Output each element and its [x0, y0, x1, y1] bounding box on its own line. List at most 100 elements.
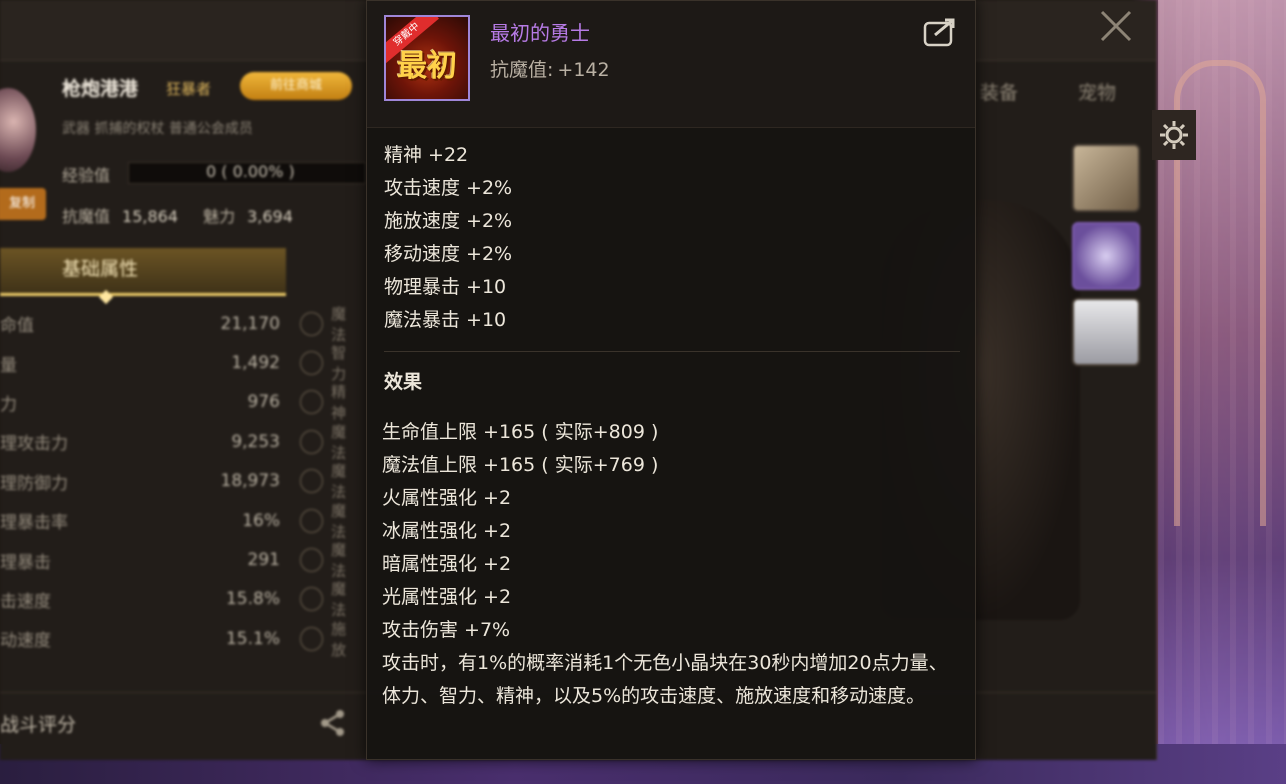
- item-stat-line: 精神 +22: [384, 144, 469, 166]
- stat-icon-row: 魔法: [300, 501, 360, 541]
- equipment-slot[interactable]: [1072, 298, 1140, 366]
- equipment-slot[interactable]: [1072, 144, 1140, 212]
- item-stat-line: 攻击速度 +2%: [384, 177, 513, 199]
- stat-row: 理防御力 18,973: [0, 462, 290, 501]
- stat-icon-label: 魔法: [331, 304, 347, 344]
- tab-pet[interactable]: 宠物: [1078, 78, 1116, 105]
- item-effect-line: 火属性强化 +2: [382, 487, 512, 509]
- stat-label: 动速度: [0, 631, 51, 652]
- resist-label: 抗魔值: [62, 207, 111, 226]
- item-stat-line: 物理暴击 +10: [384, 276, 507, 298]
- stat-icon-row: 魔法: [300, 540, 360, 581]
- stat-icon: [300, 351, 324, 376]
- exp-value: 0 ( 0.00% ): [206, 162, 295, 181]
- stat-label: 理暴击率: [0, 513, 68, 534]
- stat-value: 291: [247, 550, 280, 571]
- stat-icon: [300, 311, 324, 336]
- stat-label: 力: [0, 394, 17, 415]
- stat-row: 力 976: [0, 383, 290, 422]
- item-effect-description: 攻击时，有1%的概率消耗1个无色小晶块在30秒内增加20点力量、体力、智力、精神…: [382, 652, 948, 707]
- character-name: 枪炮港港: [62, 78, 139, 100]
- stat-label: 击速度: [0, 591, 51, 612]
- item-effect-line: 攻击伤害 +7%: [382, 619, 511, 641]
- stat-icon-label: 魔法: [331, 422, 347, 462]
- stat-icon: [300, 390, 324, 415]
- right-tabs: 装备 宠物: [980, 78, 1116, 105]
- tooltip-header: 穿戴中 最初 最初的勇士 抗魔值: +142: [367, 1, 975, 128]
- stat-value: 21,170: [220, 313, 280, 334]
- item-tooltip: 穿戴中 最初 最初的勇士 抗魔值: +142 精神 +22 攻击速度 +2% 施放…: [366, 0, 976, 760]
- stat-icons-column: 魔法 智力 精神 魔法 魔法 魔法 魔法 魔法 施放: [300, 304, 360, 659]
- gear-icon[interactable]: [1152, 110, 1196, 160]
- stat-value: 15.1%: [225, 628, 280, 649]
- stat-icon-row: 魔法: [300, 462, 360, 501]
- stat-icon-label: 魔法: [331, 580, 347, 620]
- stat-icon-label: 施放: [331, 619, 347, 659]
- character-job: 狂暴者: [166, 80, 212, 98]
- stat-icon-row: 智力: [300, 343, 360, 384]
- stat-label: 量: [0, 355, 17, 376]
- resist-summary: 抗魔值 15,864 魅力 3,694: [62, 203, 293, 227]
- copy-tag-button[interactable]: 复制: [0, 188, 46, 220]
- stat-icon: [300, 626, 324, 651]
- stat-value: 16%: [242, 510, 280, 531]
- item-resist-label: 抗魔值:: [490, 59, 554, 81]
- stat-row: 理暴击 291: [0, 540, 290, 579]
- item-effect-line: 魔法值上限 +165 ( 实际+769 ): [382, 454, 659, 476]
- stat-value: 976: [247, 392, 280, 413]
- item-resist-value: +142: [557, 59, 610, 81]
- item-stat-line: 魔法暴击 +10: [384, 309, 507, 331]
- export-icon[interactable]: [923, 17, 957, 47]
- item-icon: 穿戴中 最初: [384, 15, 470, 101]
- item-effect-line: 暗属性强化 +2: [382, 553, 512, 575]
- stat-row: 击速度 15.8%: [0, 580, 290, 619]
- stat-icon: [300, 429, 324, 454]
- combat-score-label: 战斗评分: [0, 714, 77, 736]
- stat-value: 1,492: [231, 353, 280, 374]
- item-stat-line: 移动速度 +2%: [384, 243, 513, 265]
- stat-icon-label: 智力: [331, 344, 347, 384]
- stat-icon: [300, 469, 324, 494]
- stat-icon-label: 魔法: [331, 501, 347, 541]
- stat-icon-row: 施放: [300, 619, 360, 659]
- tab-base-attributes[interactable]: 基础属性: [0, 248, 286, 296]
- stat-icon-label: 魔法: [331, 462, 347, 502]
- item-stat-line: 施放速度 +2%: [384, 210, 513, 232]
- effects-title: 效果: [384, 371, 423, 393]
- stat-label: 理暴击: [0, 552, 51, 573]
- stat-icon-row: 魔法: [300, 422, 360, 462]
- item-effect-line: 生命值上限 +165 ( 实际+809 ): [382, 421, 659, 443]
- stat-row: 理暴击率 16%: [0, 501, 290, 540]
- stat-icon-row: 魔法: [300, 580, 360, 619]
- stat-icon: [300, 548, 324, 573]
- stat-label: 理防御力: [0, 473, 68, 494]
- charm-label: 魅力: [203, 207, 236, 226]
- stat-value: 9,253: [231, 431, 280, 452]
- stats-list: 命值 21,170 量 1,492 力 976 理攻击力 9,253 理防御力 18,97…: [0, 304, 290, 659]
- close-icon[interactable]: [1098, 8, 1134, 44]
- stat-value: 18,973: [220, 471, 280, 492]
- avatar[interactable]: [0, 88, 36, 172]
- item-resist: 抗魔值: +142: [490, 55, 610, 82]
- stat-row: 动速度 15.1%: [0, 619, 290, 658]
- stat-icon-label: 魔法: [331, 541, 347, 581]
- item-effect-line: 光属性强化 +2: [382, 586, 512, 608]
- stat-icon-label: 精神: [331, 383, 347, 423]
- stat-label: 理攻击力: [0, 434, 68, 455]
- stat-icon: [300, 587, 324, 612]
- item-icon-text: 最初: [397, 49, 457, 84]
- item-name: 最初的勇士: [490, 21, 590, 45]
- shop-button[interactable]: 前往商城: [240, 72, 352, 100]
- share-icon[interactable]: [316, 706, 350, 740]
- item-effects: 生命值上限 +165 ( 实际+809 ) 魔法值上限 +165 ( 实际+76…: [382, 416, 962, 713]
- stat-value: 15.8%: [225, 589, 280, 610]
- stat-icon: [300, 508, 324, 533]
- charm-value: 3,694: [247, 207, 293, 226]
- tab-equipment[interactable]: 装备: [980, 78, 1018, 105]
- resist-value: 15,864: [122, 207, 178, 226]
- stat-row: 命值 21,170: [0, 304, 290, 343]
- stat-label: 命值: [0, 316, 34, 337]
- stat-row: 量 1,492: [0, 343, 290, 382]
- exp-label: 经验值: [62, 166, 111, 185]
- equipment-slot[interactable]: [1072, 222, 1140, 290]
